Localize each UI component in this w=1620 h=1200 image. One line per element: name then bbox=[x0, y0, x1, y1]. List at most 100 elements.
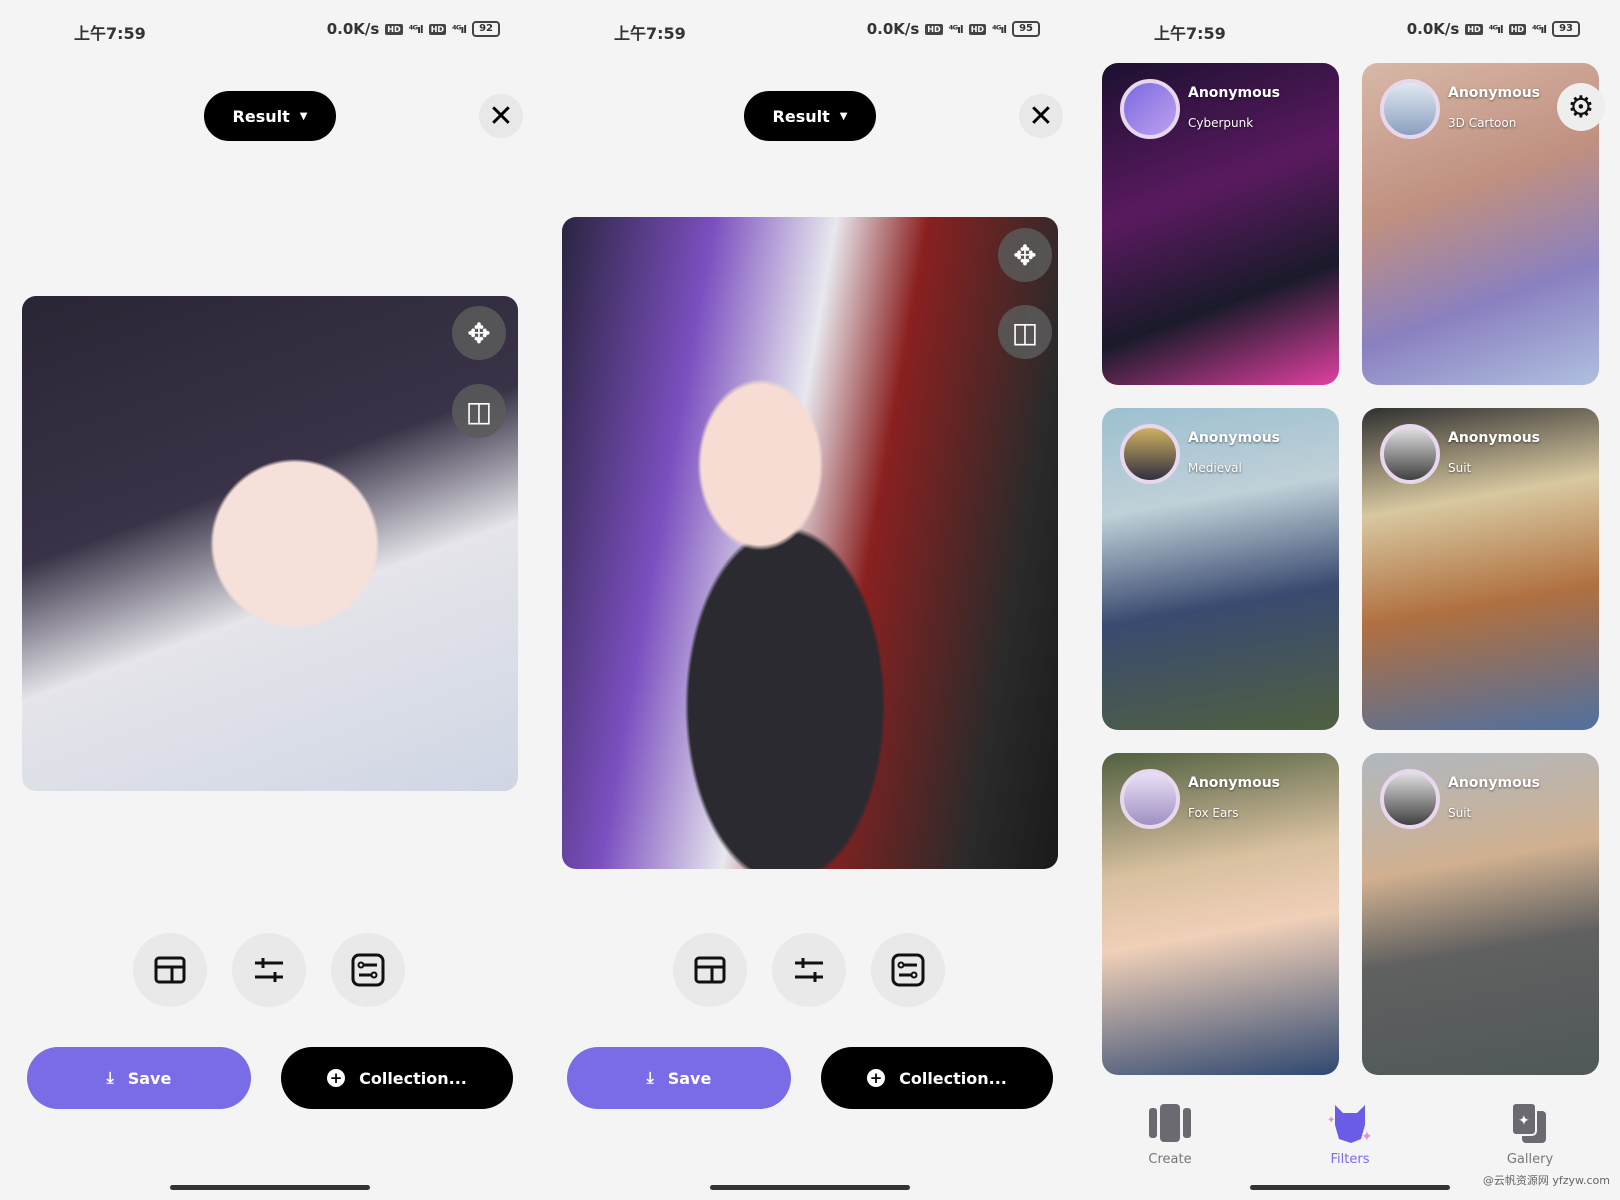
caret-down-icon: ▼ bbox=[839, 110, 848, 122]
home-indicator[interactable] bbox=[170, 1185, 370, 1190]
filter-card[interactable]: Anonymous Suit bbox=[1362, 408, 1599, 730]
move-icon: ✥ bbox=[1013, 238, 1037, 272]
card-author: Anonymous bbox=[1188, 85, 1281, 101]
net-speed: 0.0K/s bbox=[326, 20, 380, 38]
battery-icon: 92 bbox=[472, 21, 500, 37]
move-button[interactable]: ✥ bbox=[452, 306, 506, 360]
adjust-button[interactable] bbox=[232, 933, 306, 1007]
card-style: 3D Cartoon bbox=[1448, 116, 1517, 130]
signal-icon: ⁴ᴳıl bbox=[452, 22, 467, 36]
battery-icon: 93 bbox=[1552, 21, 1580, 37]
settings-button[interactable]: ⚙ bbox=[1557, 83, 1605, 131]
status-bar: 上午7:59 0.0K/s HD ⁴ᴳıl HD ⁴ᴳıl 93 bbox=[1080, 18, 1620, 43]
card-style: Fox Ears bbox=[1188, 806, 1239, 820]
avatar bbox=[1380, 79, 1440, 139]
layout-icon bbox=[694, 956, 726, 984]
hd-icon: HD bbox=[1465, 23, 1483, 35]
layout-button[interactable] bbox=[133, 933, 207, 1007]
card-author: Anonymous bbox=[1448, 85, 1541, 101]
svg-text:✦: ✦ bbox=[1518, 1113, 1530, 1129]
signal-icon: ⁴ᴳıl bbox=[1532, 22, 1547, 36]
compare-button[interactable]: ◫ bbox=[452, 384, 506, 438]
status-time: 上午7:59 bbox=[614, 24, 686, 43]
home-indicator[interactable] bbox=[710, 1185, 910, 1190]
avatar bbox=[1120, 424, 1180, 484]
nav-filters[interactable]: ✦ ✦ Filters bbox=[1290, 1100, 1410, 1167]
nav-label: Gallery bbox=[1506, 1152, 1554, 1167]
close-button[interactable]: ✕ bbox=[1019, 94, 1063, 138]
filter-card[interactable]: Anonymous Medieval bbox=[1102, 408, 1339, 730]
signal-icon: ⁴ᴳıl bbox=[408, 22, 424, 36]
sliders-icon bbox=[255, 958, 283, 982]
collection-button[interactable]: + Collection... bbox=[821, 1047, 1053, 1109]
status-time: 上午7:59 bbox=[1154, 24, 1226, 43]
card-style: Suit bbox=[1448, 806, 1472, 820]
gear-icon: ⚙ bbox=[1567, 89, 1595, 125]
battery-icon: 95 bbox=[1012, 21, 1040, 37]
nav-label: Create bbox=[1148, 1152, 1192, 1167]
settings-panel-button[interactable] bbox=[871, 933, 945, 1007]
toggle-list-icon bbox=[351, 953, 385, 987]
avatar bbox=[1120, 79, 1180, 139]
save-button[interactable]: ⤓ Save bbox=[567, 1047, 791, 1109]
svg-text:✦: ✦ bbox=[1327, 1115, 1335, 1126]
net-speed: 0.0K/s bbox=[866, 20, 920, 38]
compare-button[interactable]: ◫ bbox=[998, 305, 1052, 359]
avatar bbox=[1120, 769, 1180, 829]
collection-label: Collection... bbox=[359, 1068, 467, 1088]
card-author: Anonymous bbox=[1448, 775, 1541, 791]
hd-icon: HD bbox=[428, 23, 447, 35]
move-icon: ✥ bbox=[467, 316, 491, 350]
close-icon: ✕ bbox=[488, 98, 514, 134]
hd-icon: HD bbox=[1508, 23, 1527, 35]
result-dropdown[interactable]: Result ▼ bbox=[744, 91, 876, 141]
avatar bbox=[1380, 769, 1440, 829]
avatar bbox=[1380, 424, 1440, 484]
nav-gallery[interactable]: ✦ Gallery bbox=[1470, 1100, 1590, 1167]
card-style: Medieval bbox=[1188, 461, 1242, 475]
compare-icon: ◫ bbox=[1011, 315, 1039, 349]
card-author: Anonymous bbox=[1448, 430, 1541, 446]
watermark: @云帆资源网 yfzyw.com bbox=[1482, 1174, 1610, 1187]
adjust-button[interactable] bbox=[772, 933, 846, 1007]
cards-icon bbox=[1110, 1100, 1230, 1146]
move-button[interactable]: ✥ bbox=[998, 228, 1052, 282]
download-icon: ⤓ bbox=[106, 1068, 114, 1087]
signal-icon: ⁴ᴳıl bbox=[1488, 22, 1504, 36]
collection-button[interactable]: + Collection... bbox=[281, 1047, 513, 1109]
status-time: 上午7:59 bbox=[74, 24, 146, 43]
signal-icon: ⁴ᴳıl bbox=[992, 22, 1007, 36]
home-indicator[interactable] bbox=[1250, 1185, 1450, 1190]
nav-create[interactable]: Create bbox=[1110, 1100, 1230, 1167]
settings-panel-button[interactable] bbox=[331, 933, 405, 1007]
result-label: Result bbox=[772, 106, 830, 126]
result-panel-1: 上午7:59 0.0K/s HD ⁴ᴳıl HD ⁴ᴳıl 92 Result ▼ ✕ ✥ … bbox=[0, 0, 540, 1200]
close-button[interactable]: ✕ bbox=[479, 94, 523, 138]
result-panel-2: 上午7:59 0.0K/s HD ⁴ᴳıl HD ⁴ᴳıl 95 Result ▼ ✕ ✥ … bbox=[540, 0, 1080, 1200]
close-icon: ✕ bbox=[1028, 98, 1054, 134]
sliders-icon bbox=[795, 958, 823, 982]
result-label: Result bbox=[232, 106, 290, 126]
plus-circle-icon: + bbox=[867, 1069, 886, 1087]
filter-card[interactable]: Anonymous Suit bbox=[1362, 753, 1599, 1075]
hd-icon: HD bbox=[925, 23, 943, 35]
result-dropdown[interactable]: Result ▼ bbox=[204, 91, 336, 141]
download-icon: ⤓ bbox=[646, 1068, 654, 1087]
layout-button[interactable] bbox=[673, 933, 747, 1007]
hd-icon: HD bbox=[385, 23, 403, 35]
signal-icon: ⁴ᴳıl bbox=[948, 22, 964, 36]
result-image bbox=[22, 296, 518, 791]
svg-text:✦: ✦ bbox=[1361, 1129, 1373, 1145]
filter-card[interactable]: Anonymous Cyberpunk bbox=[1102, 63, 1339, 385]
layout-icon bbox=[154, 956, 186, 984]
card-author: Anonymous bbox=[1188, 430, 1281, 446]
save-label: Save bbox=[667, 1068, 712, 1088]
status-bar: 上午7:59 0.0K/s HD ⁴ᴳıl HD ⁴ᴳıl 92 bbox=[0, 18, 540, 43]
filter-card[interactable]: Anonymous Fox Ears bbox=[1102, 753, 1339, 1075]
caret-down-icon: ▼ bbox=[299, 110, 308, 122]
gallery-icon: ✦ bbox=[1470, 1100, 1590, 1146]
toggle-list-icon bbox=[891, 953, 925, 987]
hd-icon: HD bbox=[968, 23, 987, 35]
save-button[interactable]: ⤓ Save bbox=[27, 1047, 251, 1109]
result-image bbox=[562, 217, 1058, 869]
